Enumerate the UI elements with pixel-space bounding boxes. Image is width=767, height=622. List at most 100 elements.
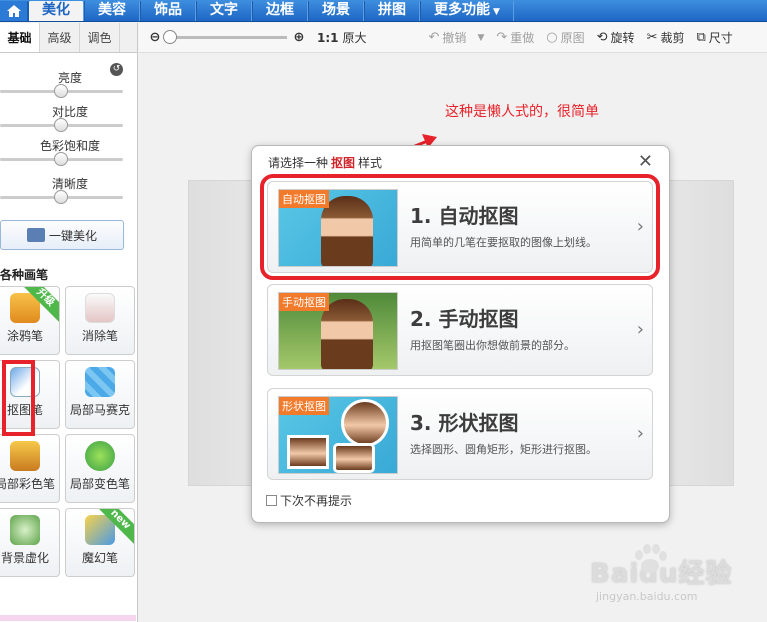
- option-description: 选择圆形、圆角矩形，矩形进行抠图。: [410, 443, 597, 456]
- tab-frame[interactable]: 边框: [252, 1, 308, 21]
- option-description: 用抠图笔圈出你想做前景的部分。: [410, 339, 575, 352]
- zoom-slider[interactable]: [163, 30, 287, 44]
- option-tag: 自动抠图: [279, 190, 329, 208]
- rotate-button[interactable]: ⟲ 旋转: [591, 29, 641, 46]
- bottom-strip: [0, 615, 136, 621]
- subtab-bar: 基础 高级 调色: [0, 23, 137, 53]
- zoom-out-icon[interactable]: ⊖: [147, 30, 163, 46]
- option-title: 1. 自动抠图: [410, 204, 519, 228]
- home-icon[interactable]: [0, 1, 28, 21]
- option-manual-cutout[interactable]: 手动抠图 2. 手动抠图 用抠图笔圈出你想做前景的部分。 ›: [267, 284, 653, 376]
- dialog-title-prefix: 请选择一种: [268, 156, 329, 170]
- annotation-highlight-box: [2, 360, 35, 436]
- tab-beautify[interactable]: 美化: [28, 1, 84, 21]
- chevron-right-icon: ›: [636, 216, 644, 237]
- tool-local-color[interactable]: 局部彩色笔: [0, 434, 60, 503]
- manual-cutout-thumbnail: 手动抠图: [278, 292, 398, 370]
- slider-track[interactable]: [0, 118, 123, 132]
- checkbox-box[interactable]: [266, 495, 277, 506]
- option-shape-cutout[interactable]: 形状抠图 3. 形状抠图 选择圆形、圆角矩形，矩形进行抠图。 ›: [267, 388, 653, 480]
- tab-scene[interactable]: 场景: [308, 1, 364, 21]
- checkbox-label: 下次不再提示: [280, 494, 353, 508]
- tab-text[interactable]: 文字: [196, 1, 252, 21]
- chevron-right-icon: ›: [636, 319, 644, 340]
- circle-portrait: [341, 399, 389, 447]
- resize-button[interactable]: ⧉ 尺寸: [690, 29, 738, 46]
- tool-label: 背景虚化: [0, 551, 49, 565]
- option-description: 用简单的几笔在要抠取的图像上划线。: [410, 236, 597, 249]
- undo-label: 撤销: [442, 31, 467, 45]
- slider-track[interactable]: [0, 190, 123, 204]
- zoom-in-icon[interactable]: ⊕: [291, 30, 307, 46]
- dont-show-again-checkbox[interactable]: 下次不再提示: [266, 492, 352, 509]
- zoom-slider-handle[interactable]: [163, 30, 177, 44]
- annotation-text: 这种是懒人式的，很简单: [445, 104, 599, 120]
- paint-brush-icon: [10, 441, 40, 471]
- actual-size-ratio[interactable]: 1:1: [317, 31, 339, 45]
- subtab-basic[interactable]: 基础: [0, 23, 40, 52]
- rotate-label: 旋转: [610, 31, 635, 45]
- scissors-icon: ✂: [646, 30, 658, 45]
- option-title: 3. 形状抠图: [410, 411, 519, 435]
- resize-icon: ⧉: [696, 30, 706, 45]
- subtab-color[interactable]: 调色: [80, 23, 120, 52]
- tool-mosaic[interactable]: 局部马赛克: [65, 360, 135, 429]
- crop-button[interactable]: ✂ 裁剪: [641, 29, 691, 46]
- tool-eraser-brush[interactable]: 消除笔: [65, 286, 135, 355]
- redo-label: 重做: [510, 31, 535, 45]
- tool-label: 局部变色笔: [69, 477, 130, 491]
- crop-label: 裁剪: [660, 31, 685, 45]
- watermark-sub: jingyan.baidu.com: [596, 590, 698, 603]
- undo-icon: ↶: [428, 30, 440, 45]
- mosaic-icon: [85, 367, 115, 397]
- cutout-style-dialog: 请选择一种 抠图 样式 ✕ 自动抠图 1. 自动抠图 用简单的几笔在要抠取的图像上划…: [251, 145, 670, 523]
- tab-collage[interactable]: 拼图: [364, 1, 420, 21]
- slider-contrast: 对比度: [0, 103, 125, 132]
- paw-icon: [635, 544, 667, 573]
- dialog-title-highlight: 抠图: [331, 156, 356, 170]
- tab-beauty[interactable]: 美容: [84, 1, 140, 21]
- slider-handle[interactable]: [54, 152, 68, 166]
- chevron-down-icon[interactable]: ▼: [477, 33, 484, 43]
- tab-accessories[interactable]: 饰品: [140, 1, 196, 21]
- redo-button[interactable]: ↷ 重做: [490, 29, 540, 46]
- tool-label: 魔幻笔: [81, 551, 118, 565]
- tool-local-recolor[interactable]: 局部变色笔: [65, 434, 135, 503]
- brushes-section-title: 各种画笔: [0, 268, 49, 282]
- slider-handle[interactable]: [54, 118, 68, 132]
- slider-track[interactable]: [0, 152, 123, 166]
- option-tag: 形状抠图: [279, 397, 329, 415]
- left-panel: 基础 高级 调色 ↺ 亮度 对比度 色彩饱和度 清晰度 一键美化 各种画笔 涂鸦…: [0, 23, 138, 622]
- color-change-icon: [85, 441, 115, 471]
- tool-label: 局部马赛克: [69, 403, 130, 417]
- watermark-main: Baidu经验: [590, 559, 733, 589]
- subtab-advanced[interactable]: 高级: [40, 23, 80, 52]
- tool-label: 涂鸦笔: [6, 329, 43, 343]
- option-tag: 手动抠图: [279, 293, 329, 311]
- slider-track[interactable]: [0, 84, 123, 98]
- one-key-beautify-button[interactable]: 一键美化: [0, 220, 124, 250]
- slider-brightness: 亮度: [0, 69, 125, 98]
- original-label: 原图: [560, 31, 585, 45]
- tab-more[interactable]: 更多功能 ▼: [420, 1, 514, 21]
- chevron-down-icon: ▼: [493, 7, 500, 17]
- undo-button[interactable]: ↶ 撤销 ▼: [423, 29, 491, 46]
- rotate-icon: ⟲: [596, 30, 608, 45]
- option-title: 2. 手动抠图: [410, 307, 519, 331]
- slider-handle[interactable]: [54, 190, 68, 204]
- chevron-right-icon: ›: [636, 423, 644, 444]
- rect-portrait: [287, 435, 329, 469]
- slider-handle[interactable]: [54, 84, 68, 98]
- redo-icon: ↷: [496, 30, 508, 45]
- close-icon[interactable]: ✕: [638, 151, 653, 172]
- top-toolbar: ⊖ ⊕ 1:1 原大 ↶ 撤销 ▼ ↷ 重做 ○ 原图 ⟲ 旋转 ✂ 裁剪 ⧉ 尺寸: [139, 23, 767, 53]
- dialog-title-suffix: 样式: [358, 156, 383, 170]
- option-auto-cutout[interactable]: 自动抠图 1. 自动抠图 用简单的几笔在要抠取的图像上划线。 ›: [260, 174, 660, 280]
- tool-doodle-brush[interactable]: 涂鸦笔 升级: [0, 286, 60, 355]
- tool-label: 消除笔: [81, 329, 118, 343]
- tool-background-blur[interactable]: 背景虚化: [0, 508, 60, 577]
- tool-magic-brush[interactable]: 魔幻笔 new: [65, 508, 135, 577]
- original-button[interactable]: ○ 原图: [540, 29, 590, 46]
- resize-label: 尺寸: [708, 31, 733, 45]
- actual-size-button[interactable]: 原大: [343, 29, 367, 46]
